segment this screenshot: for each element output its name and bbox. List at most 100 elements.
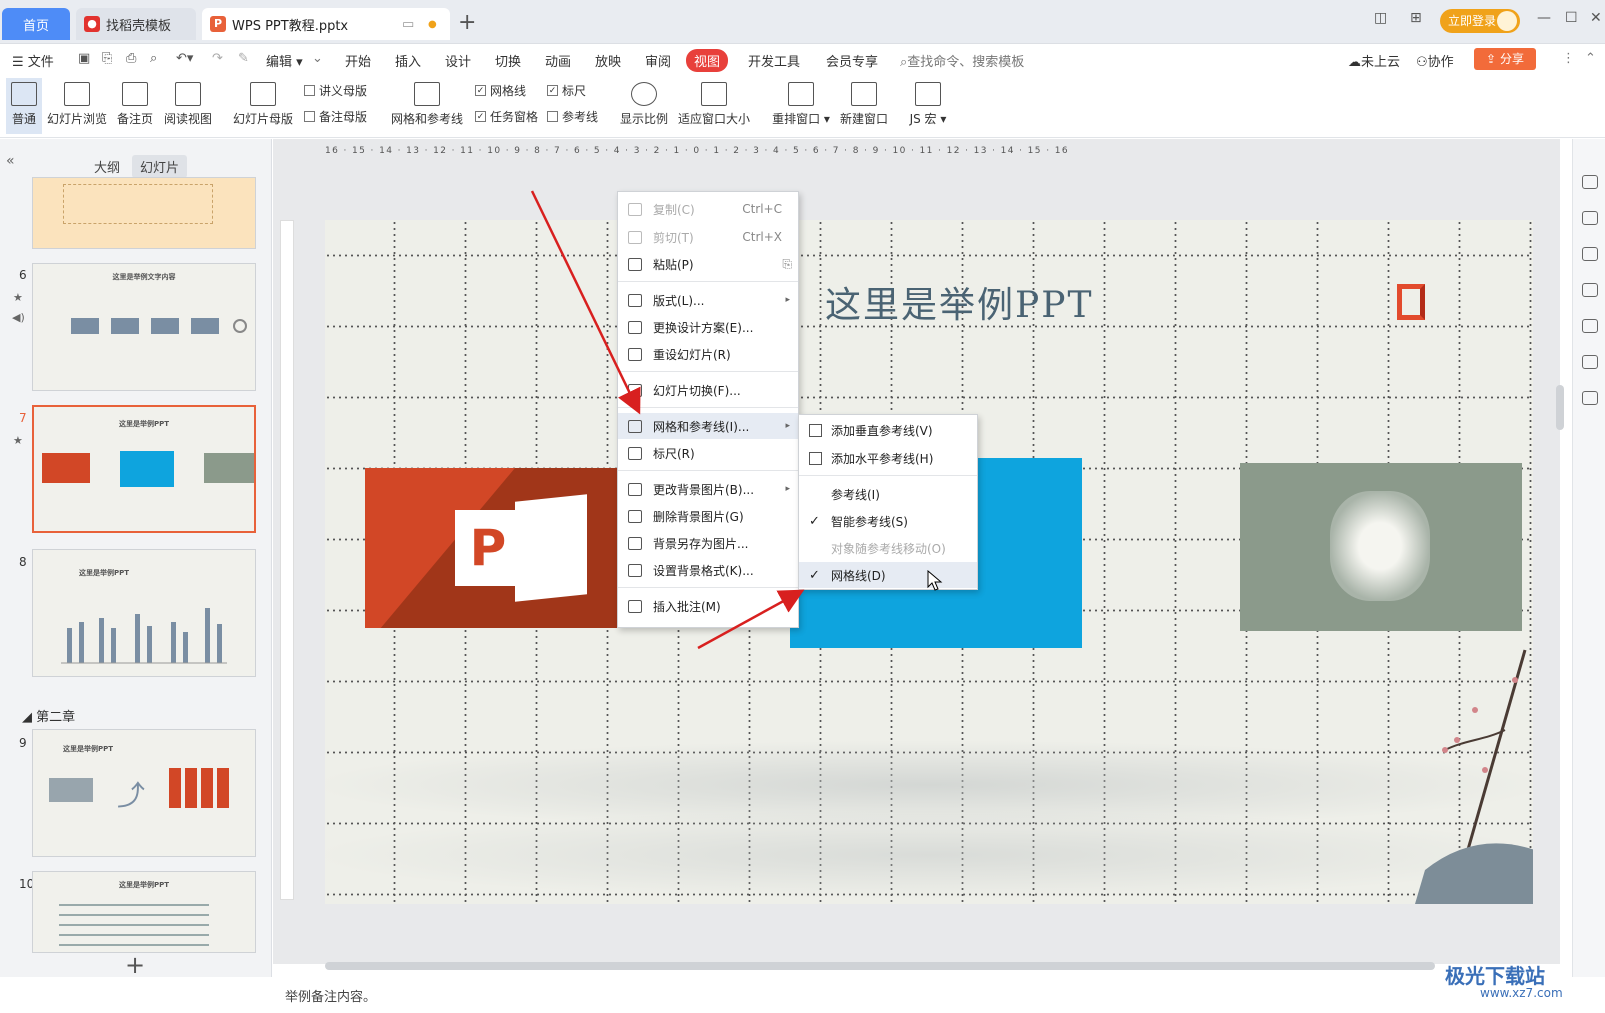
print-icon[interactable]: ⎙: [126, 51, 136, 66]
slide-master-button[interactable]: 幻灯片母版: [232, 78, 294, 127]
tab-home[interactable]: 首页: [2, 8, 70, 40]
cloud-status[interactable]: ☁未上云: [1348, 51, 1400, 70]
slide-thumbnail-10[interactable]: 这里是举例PPT: [32, 871, 256, 953]
gridlines-checkbox[interactable]: ✓ 网格线: [475, 82, 526, 99]
notes-master-button[interactable]: 备注母版: [304, 108, 367, 125]
menu-copy[interactable]: 复制(C) Ctrl+C: [618, 196, 798, 222]
menu-reset-slide[interactable]: 重设幻灯片(R): [618, 341, 798, 367]
menu-slideshow[interactable]: 放映: [595, 51, 621, 70]
normal-view-button[interactable]: 普通: [6, 78, 42, 134]
reading-icon[interactable]: [1582, 391, 1598, 405]
add-slide-button[interactable]: +: [125, 951, 145, 979]
notes-pane[interactable]: 举例备注内容。: [273, 976, 1560, 1013]
file-menu[interactable]: ☰ 文件: [12, 51, 54, 70]
menu-layout[interactable]: 版式(L)... ▸: [618, 287, 798, 313]
adjust-icon[interactable]: [1582, 211, 1598, 225]
new-window-button[interactable]: 新建窗口: [838, 78, 890, 127]
slide-thumbnail-7[interactable]: 这里是举例PPT: [32, 405, 256, 533]
menu-paste[interactable]: 粘贴(P) ⎘: [618, 251, 798, 277]
grid-apps-icon[interactable]: ⊞: [1410, 10, 1422, 26]
fit-window-button[interactable]: 适应窗口大小: [676, 78, 752, 127]
monitor-icon[interactable]: ▭: [402, 17, 414, 32]
new-tab-button[interactable]: +: [458, 10, 476, 35]
ruler-checkbox[interactable]: ✓ 标尺: [547, 82, 586, 99]
undo-icon[interactable]: ↶▾: [176, 51, 193, 66]
submenu-gridlines[interactable]: ✓ 网格线(D): [799, 562, 977, 588]
menu-view[interactable]: 视图: [686, 49, 729, 72]
avatar: [1497, 11, 1517, 31]
menu-delete-bg[interactable]: 删除背景图片(G): [618, 503, 798, 529]
reading-view-button[interactable]: 阅读视图: [162, 78, 214, 127]
command-search[interactable]: ⌕查找命令、搜索模板: [900, 51, 1024, 70]
preview-icon[interactable]: ⌕: [150, 51, 157, 66]
zoom-button[interactable]: 显示比例: [618, 78, 670, 127]
collapse-ribbon-icon[interactable]: ⌃: [1585, 51, 1596, 66]
image-icon[interactable]: [1582, 319, 1598, 333]
more-icon[interactable]: ⋮: [1562, 51, 1575, 66]
notes-page-button[interactable]: 备注页: [114, 78, 156, 127]
slide-title[interactable]: 这里是举例PPT: [825, 276, 1093, 328]
menu-start[interactable]: 开始: [345, 51, 371, 70]
vertical-scrollbar[interactable]: [1556, 385, 1564, 430]
menu-ruler[interactable]: 标尺(R): [618, 440, 798, 466]
horizontal-scrollbar[interactable]: [325, 962, 1435, 970]
menu-animation[interactable]: 动画: [545, 51, 571, 70]
menu-review[interactable]: 审阅: [645, 51, 671, 70]
slide-thumbnail-8[interactable]: 这里是举例PPT: [32, 549, 256, 677]
menu-change-design[interactable]: 更换设计方案(E)...: [618, 314, 798, 340]
transition-icon[interactable]: [1582, 283, 1598, 297]
menu-bg-format[interactable]: 设置背景格式(K)...: [618, 557, 798, 583]
submenu-guides[interactable]: 参考线(I): [799, 481, 977, 507]
submenu-add-horizontal[interactable]: 添加水平参考线(H): [799, 445, 977, 471]
collab-button[interactable]: ⚇协作: [1416, 51, 1454, 70]
close-icon[interactable]: ✕: [1590, 10, 1602, 26]
js-macro-button[interactable]: JS 宏 ▾: [906, 78, 950, 127]
submenu-smart-guides[interactable]: ✓ 智能参考线(S): [799, 508, 977, 534]
task-pane-checkbox[interactable]: ✓ 任务窗格: [475, 108, 538, 125]
menu-slide-transition[interactable]: 幻灯片切换(F)...: [618, 377, 798, 403]
slide-thumbnail-9[interactable]: 这里是举例PPT ⤴: [32, 729, 256, 857]
menu-member[interactable]: 会员专享: [826, 51, 878, 70]
quick-save-icon[interactable]: ▣: [78, 51, 90, 66]
tab-slides[interactable]: 幻灯片: [132, 155, 188, 178]
format-painter-icon[interactable]: ✎: [238, 51, 249, 66]
powerpoint-image[interactable]: P: [365, 468, 655, 628]
tab-outline[interactable]: 大纲: [86, 155, 128, 178]
handout-master-button[interactable]: 讲义母版: [304, 82, 367, 99]
quick-export-icon[interactable]: ⎘: [102, 51, 112, 66]
tab-document[interactable]: P WPS PPT教程.pptx ▭ ●: [202, 8, 450, 40]
redo-icon[interactable]: ↷: [212, 51, 223, 66]
object-property-icon[interactable]: [1582, 175, 1598, 189]
location-icon[interactable]: [1582, 355, 1598, 369]
slide-browse-button[interactable]: 幻灯片浏览: [46, 78, 108, 127]
more-chevron-icon[interactable]: ⌄: [312, 51, 323, 66]
guides-checkbox[interactable]: 参考线: [547, 108, 598, 125]
arrange-window-button[interactable]: 重排窗口 ▾: [770, 78, 832, 127]
menu-insert-comment[interactable]: 插入批注(M): [618, 593, 798, 619]
menu-transition[interactable]: 切换: [495, 51, 521, 70]
slide-thumbnail-6[interactable]: 这里是举例文字内容: [32, 263, 256, 391]
share-button[interactable]: ⇪ 分享: [1474, 48, 1536, 70]
menu-insert[interactable]: 插入: [395, 51, 421, 70]
grid-guides-button[interactable]: 网格和参考线: [390, 78, 464, 127]
section-header[interactable]: ◢ 第二章: [22, 706, 75, 725]
menu-grid-guides[interactable]: 网格和参考线(I)... ▸: [618, 413, 798, 439]
submenu-move-with-object[interactable]: 对象随参考线移动(O): [799, 535, 977, 561]
menu-save-bg[interactable]: 背景另存为图片...: [618, 530, 798, 556]
collapse-panel-icon[interactable]: «: [6, 153, 15, 169]
login-button[interactable]: 立即登录: [1440, 9, 1520, 33]
slide-thumbnail-5[interactable]: [32, 177, 256, 249]
menu-design[interactable]: 设计: [445, 51, 471, 70]
menu-change-bg[interactable]: 更改背景图片(B)... ▸: [618, 476, 798, 502]
tab-template[interactable]: ● 找稻壳模板: [76, 8, 196, 40]
gray-image[interactable]: [1240, 463, 1522, 631]
submenu-add-vertical[interactable]: 添加垂直参考线(V): [799, 417, 977, 443]
edit-menu[interactable]: 编辑 ▾: [266, 51, 303, 70]
maximize-icon[interactable]: ☐: [1565, 10, 1578, 26]
menu-developer[interactable]: 开发工具: [748, 51, 800, 70]
menu-cut[interactable]: 剪切(T) Ctrl+X: [618, 224, 798, 250]
layout-icon[interactable]: ◫: [1374, 10, 1387, 26]
minimize-icon[interactable]: —: [1537, 10, 1551, 26]
animation-icon[interactable]: [1582, 247, 1598, 261]
paste-options-icon[interactable]: ⎘: [782, 257, 792, 272]
